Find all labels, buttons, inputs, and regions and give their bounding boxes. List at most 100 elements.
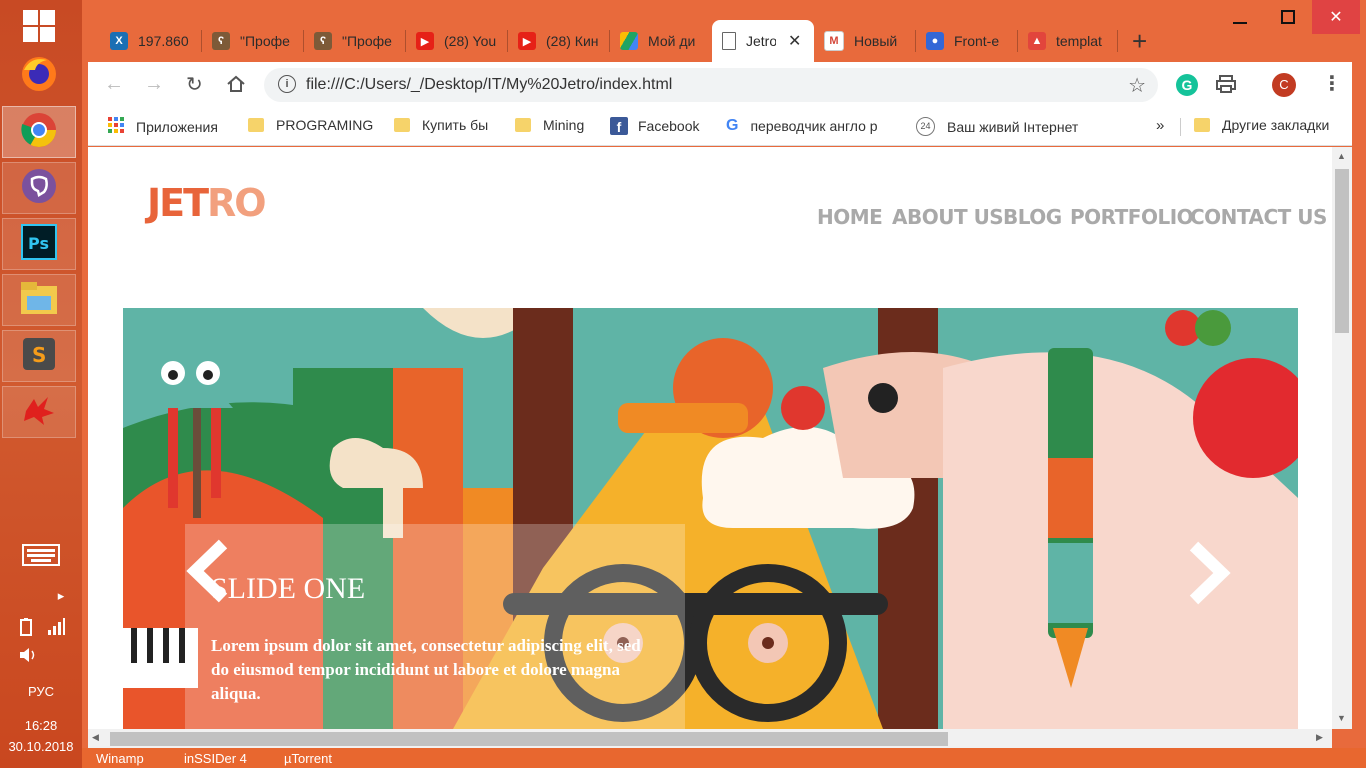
bookmarks-overflow-icon[interactable]: » [1156,117,1164,134]
bookmark-apps[interactable]: Приложения [108,117,218,136]
nav-contact[interactable]: CONTACT US [1190,205,1327,229]
svg-text:Ps: Ps [28,234,49,253]
red-splash-icon [20,391,58,434]
bookmark-facebook[interactable]: f Facebook [610,117,699,135]
input-language[interactable]: РУС [0,684,82,699]
horizontal-scroll-thumb[interactable] [110,732,948,746]
bookmark-star-icon[interactable]: ☆ [1128,73,1146,98]
tab-10[interactable]: ▲ templat [1018,20,1118,62]
tab-4[interactable]: ▶ (28) You [406,20,508,62]
slide-title: SLIDE ONE [211,572,366,605]
bookmark-internet[interactable]: 24 Ваш живий Інтернет [916,117,1094,136]
viber-icon [20,167,58,210]
slider-prev-icon[interactable] [185,538,231,609]
tab-3[interactable]: ʕ "Профе [304,20,406,62]
bear-icon: ʕ [212,32,230,50]
tab-active-jetro[interactable]: Jetro ✕ [712,20,814,62]
google-icon: G [726,117,739,134]
tray-expand-icon[interactable]: ▸ [54,588,68,604]
tab-8[interactable]: M Новый [814,20,916,62]
tab-5[interactable]: ▶ (28) Кин [508,20,610,62]
taskbar-photoshop[interactable]: Ps [2,218,76,270]
vertical-scroll-thumb[interactable] [1335,169,1349,333]
new-tab-icon[interactable]: + [1132,26,1147,57]
file-explorer-icon [19,280,59,321]
minimize-icon[interactable] [1216,0,1264,34]
slider-next-icon[interactable] [1186,540,1232,611]
taskbar-explorer[interactable] [2,274,76,326]
contact-icon: ● [926,32,944,50]
volume-icon[interactable] [16,646,40,667]
bookmark-kupit[interactable]: Купить бы [394,117,488,133]
bookmark-other[interactable]: Другие закладки [1194,117,1329,133]
battery-icon[interactable] [16,618,38,639]
site-logo[interactable]: JETRO [147,181,267,225]
tab-title: Jetro [746,33,776,49]
profile-avatar[interactable]: С [1272,73,1296,97]
close-window-icon[interactable]: ✕ [1312,0,1360,34]
tab-title: Front-e [954,33,1000,49]
taskbar-chrome[interactable] [2,106,76,158]
vertical-scrollbar[interactable]: ▲ ▼ [1332,147,1352,729]
nav-blog[interactable]: BLOG [1003,205,1062,229]
scroll-up-icon[interactable]: ▲ [1337,151,1346,161]
bookmark-mining[interactable]: Mining [515,117,584,133]
folder-icon [248,118,264,132]
svg-text:S: S [32,343,46,367]
nav-about[interactable]: ABOUT US [892,205,1004,229]
hero-slider: SLIDE ONE Lorem ipsum dolor sit amet, co… [123,308,1298,729]
tab-strip: X 197.860 ʕ "Профе ʕ "Профе ▶ (28) You ▶… [82,0,1366,62]
clock-date[interactable]: 30.10.2018 [0,739,82,754]
keyboard-icon[interactable] [0,544,82,569]
bookmarks-divider [1180,118,1181,136]
grammarly-icon[interactable]: G [1176,74,1198,96]
clock-time[interactable]: 16:28 [0,718,82,733]
bottom-taskbar: Winamp inSSIDer 4 µTorrent [82,748,1366,768]
scroll-down-icon[interactable]: ▼ [1337,713,1346,723]
scroll-left-icon[interactable]: ◀ [92,732,99,743]
horizontal-scrollbar[interactable]: ◀ ▶ [88,729,1332,748]
home-icon[interactable] [226,74,246,99]
nav-portfolio[interactable]: PORTFOLIO [1070,205,1194,229]
print-icon[interactable] [1216,75,1236,98]
taskbar-firefox[interactable] [2,50,76,102]
logo-part-2: RO [207,181,267,225]
tab-9[interactable]: ● Front-e [916,20,1018,62]
scroll-right-icon[interactable]: ▶ [1316,732,1323,743]
close-tab-icon[interactable]: ✕ [788,31,801,51]
forward-icon[interactable]: → [144,73,164,96]
tab-title: Новый [854,33,898,49]
bookmark-programing[interactable]: PROGRAMING [248,117,373,133]
address-bar[interactable]: i file:///C:/Users/_/Desktop/IT/My%20Jet… [264,68,1158,102]
reload-icon[interactable]: ↻ [186,72,203,97]
tab-title: 197.860 [138,33,189,49]
tab-title: (28) Кин [546,33,599,49]
tab-1[interactable]: X 197.860 [100,20,202,62]
x-icon: X [110,32,128,50]
start-button[interactable] [2,2,76,54]
browser-toolbar: ← → ↻ i file:///C:/Users/_/Desktop/IT/My… [88,62,1352,108]
youtube-icon: ▶ [518,32,536,50]
bookmarks-bar: Приложения PROGRAMING Купить бы Mining f… [88,108,1352,146]
info-icon[interactable]: i [278,75,296,93]
bottom-item-inssider[interactable]: inSSIDer 4 [184,751,247,766]
tab-2[interactable]: ʕ "Профе [202,20,304,62]
taskbar-viber[interactable] [2,162,76,214]
taskbar: Ps S ▸ РУС 16:28 30.10.2018 [0,0,82,768]
bookmark-label: Mining [543,117,585,133]
taskbar-sublime[interactable]: S [2,330,76,382]
gmail-icon: M [824,31,844,51]
signal-icon[interactable] [46,618,66,639]
bottom-item-utorrent[interactable]: µTorrent [284,751,332,766]
back-icon[interactable]: ← [104,73,124,96]
nav-home[interactable]: HOME [817,205,883,229]
bookmark-translator[interactable]: G переводчик англо р [726,117,896,135]
image-icon: ▲ [1028,32,1046,50]
menu-dots-icon[interactable]: ⋮ [1322,71,1342,96]
tab-6[interactable]: Мой ди [610,20,712,62]
bottom-item-winamp[interactable]: Winamp [96,751,144,766]
url-text[interactable]: file:///C:/Users/_/Desktop/IT/My%20Jetro… [306,76,672,94]
maximize-icon[interactable] [1264,0,1312,34]
folder-icon [1194,118,1210,132]
taskbar-red-app[interactable] [2,386,76,438]
